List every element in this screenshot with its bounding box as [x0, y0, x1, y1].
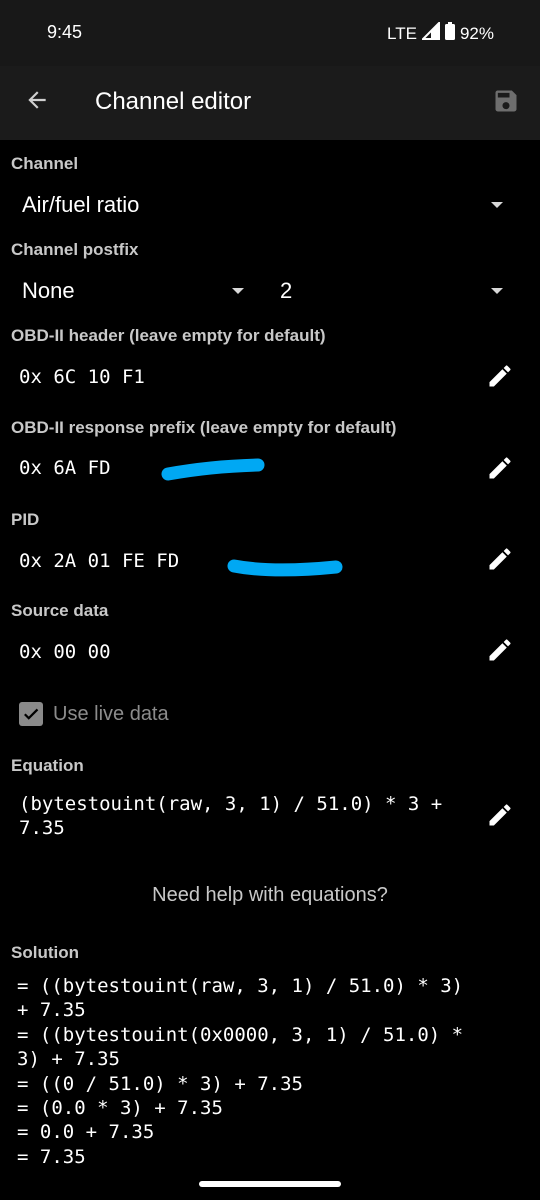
network-type: LTE	[387, 23, 417, 43]
source-data-label: Source data	[11, 601, 109, 620]
chevron-down-icon	[232, 288, 244, 294]
solution-line: = (0.0 * 3) + 7.35	[17, 1097, 223, 1120]
solution-line: = 7.35	[17, 1145, 86, 1168]
redaction-scribble	[227, 559, 343, 577]
gesture-nav-handle[interactable]	[199, 1181, 341, 1187]
postfix-number-dropdown[interactable]: 2	[270, 270, 540, 312]
app-bar: Channel editor	[0, 66, 540, 140]
signal-icon	[420, 20, 440, 45]
solution-line: = ((bytestouint(0x0000, 3, 1) / 51.0) *	[17, 1023, 464, 1046]
pencil-icon	[486, 801, 514, 834]
status-bar: 9:45 LTE 92%	[0, 0, 540, 66]
battery-icon	[444, 22, 455, 45]
solution-line: = ((0 / 51.0) * 3) + 7.35	[17, 1072, 303, 1095]
pencil-icon	[486, 636, 514, 669]
edit-obd-response-prefix-button[interactable]	[484, 454, 516, 486]
edit-equation-button[interactable]	[484, 801, 516, 833]
obd-response-prefix-value: 0x 6A FD	[19, 457, 111, 479]
use-live-data-checkbox[interactable]: Use live data	[19, 702, 169, 726]
solution-line: 3) + 7.35	[17, 1048, 120, 1071]
status-indicators: LTE 92%	[387, 20, 494, 45]
equation-value: (bytestouint(raw, 3, 1) / 51.0) * 3 + 7.…	[19, 793, 454, 839]
pencil-icon	[486, 454, 514, 487]
use-live-data-label: Use live data	[53, 702, 169, 725]
status-time: 9:45	[47, 22, 83, 42]
pid-value: 0x 2A 01 FE FD	[19, 550, 180, 572]
solution-line: = 0.0 + 7.35	[17, 1121, 155, 1144]
postfix-number-value: 2	[280, 278, 293, 303]
obd-response-prefix-label: OBD-II response prefix (leave empty for …	[11, 418, 397, 437]
obd-header-label: OBD-II header (leave empty for default)	[11, 326, 326, 345]
channel-value: Air/fuel ratio	[22, 192, 140, 217]
source-data-value: 0x 00 00	[19, 641, 111, 663]
pencil-icon	[486, 362, 514, 395]
equation-help-link[interactable]: Need help with equations?	[0, 884, 540, 907]
solution-output: = ((bytestouint(raw, 3, 1) / 51.0) * 3) …	[17, 974, 517, 1169]
battery-level: 92%	[459, 23, 494, 43]
edit-obd-header-button[interactable]	[484, 362, 516, 394]
channel-dropdown[interactable]: Air/fuel ratio	[0, 184, 540, 226]
channel-postfix-label: Channel postfix	[11, 240, 139, 259]
redaction-scribble	[161, 458, 265, 481]
solution-line: = ((bytestouint(raw, 3, 1) / 51.0) * 3)	[17, 975, 464, 997]
edit-pid-button[interactable]	[484, 545, 516, 577]
pid-label: PID	[11, 510, 40, 529]
arrow-back-icon	[24, 87, 50, 118]
solution-line: + 7.35	[17, 999, 86, 1022]
pencil-icon	[486, 545, 514, 578]
checkbox-checked-icon	[19, 702, 43, 726]
equation-label: Equation	[11, 756, 84, 775]
obd-header-value: 0x 6C 10 F1	[19, 366, 145, 388]
solution-label: Solution	[11, 943, 79, 962]
save-button[interactable]	[484, 81, 528, 125]
chevron-down-icon	[491, 202, 503, 208]
chevron-down-icon	[491, 288, 503, 294]
channel-label: Channel	[11, 154, 79, 173]
edit-source-data-button[interactable]	[484, 636, 516, 668]
postfix-dropdown[interactable]: None	[0, 270, 260, 312]
save-icon	[492, 87, 520, 120]
postfix-value: None	[22, 278, 75, 303]
page-title: Channel editor	[95, 88, 252, 115]
back-button[interactable]	[14, 79, 60, 125]
